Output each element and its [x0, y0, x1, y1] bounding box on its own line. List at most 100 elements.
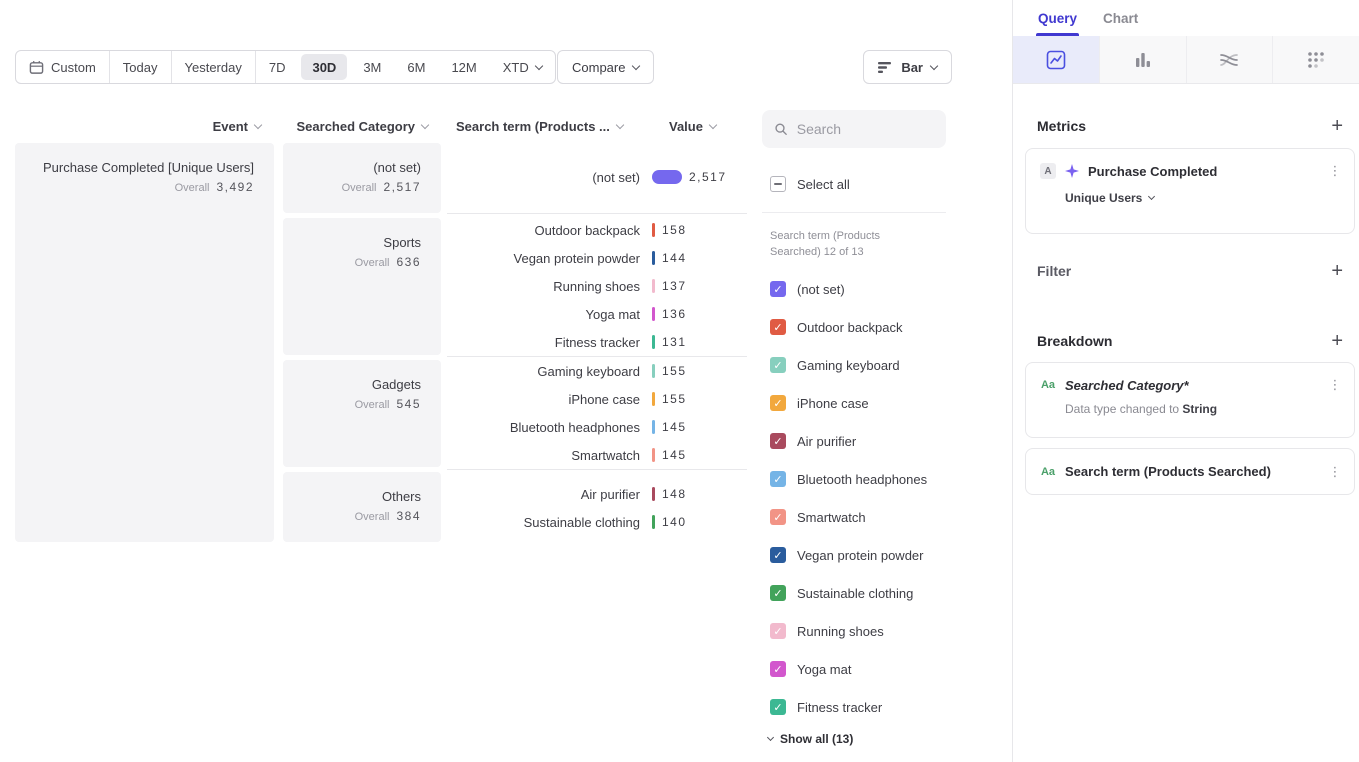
tab-query[interactable]: Query	[1038, 0, 1077, 36]
tab-flows[interactable]	[1187, 36, 1274, 83]
term-row[interactable]: Outdoor backpack158	[447, 216, 747, 244]
metric-kebab-menu[interactable]: ⋮	[1328, 163, 1342, 179]
filter-item[interactable]: ✓ Smartwatch	[770, 498, 927, 536]
select-all-checkbox-indeterminate[interactable]	[770, 176, 786, 192]
breakdown-card[interactable]: Aa Search term (Products Searched) ⋮	[1025, 448, 1355, 495]
checkbox-checked[interactable]: ✓	[770, 357, 786, 373]
term-row[interactable]: Smartwatch145	[447, 441, 747, 469]
checkbox-checked[interactable]: ✓	[770, 699, 786, 715]
date-range-button-6m[interactable]: 6M	[394, 51, 438, 83]
term-label: iPhone case	[447, 392, 640, 407]
filter-item[interactable]: ✓ (not set)	[770, 270, 927, 308]
select-all-row[interactable]: Select all	[770, 176, 850, 192]
checkbox-checked[interactable]: ✓	[770, 509, 786, 525]
add-metric-button[interactable]: +	[1331, 119, 1343, 133]
date-range-button-today[interactable]: Today	[110, 51, 172, 83]
column-header-event[interactable]: Event	[15, 116, 261, 136]
term-row[interactable]: Air purifier148	[447, 480, 747, 508]
checkbox-checked[interactable]: ✓	[770, 547, 786, 563]
term-row[interactable]: Bluetooth headphones145	[447, 413, 747, 441]
filter-item-label: Gaming keyboard	[797, 358, 900, 373]
select-all-label: Select all	[797, 177, 850, 192]
tab-funnels[interactable]	[1100, 36, 1187, 83]
checkbox-checked[interactable]: ✓	[770, 319, 786, 335]
checkbox-checked[interactable]: ✓	[770, 395, 786, 411]
column-header-value[interactable]: Value	[669, 116, 716, 136]
checkbox-checked[interactable]: ✓	[770, 661, 786, 677]
filter-item-label: Yoga mat	[797, 662, 851, 677]
filter-item[interactable]: ✓Running shoes	[770, 612, 927, 650]
breakdown-card[interactable]: Aa Searched Category* ⋮ Data type change…	[1025, 362, 1355, 438]
term-row[interactable]: Vegan protein powder144	[447, 244, 747, 272]
date-range-button-7d[interactable]: 7D	[256, 51, 299, 83]
term-row[interactable]: Running shoes137	[447, 272, 747, 300]
term-row[interactable]: Gaming keyboard155	[447, 357, 747, 385]
date-range-button-yesterday[interactable]: Yesterday	[172, 51, 256, 83]
data-type-note: Data type changed to String	[1065, 402, 1354, 416]
checkbox-checked[interactable]: ✓	[770, 433, 786, 449]
breakdown-kebab-menu[interactable]: ⋮	[1328, 464, 1342, 480]
compare-label: Compare	[572, 60, 625, 75]
date-range-button-30d[interactable]: 30D	[301, 54, 347, 80]
term-row[interactable]: Sustainable clothing140	[447, 508, 747, 536]
term-row[interactable]: Fitness tracker131	[447, 328, 747, 356]
measure-selector[interactable]: Unique Users	[1065, 191, 1154, 205]
filter-item[interactable]: ✓Sustainable clothing	[770, 574, 927, 612]
category-cell[interactable]: (not set)Overall2,517	[283, 143, 441, 213]
calendar-icon	[29, 60, 44, 75]
filter-item[interactable]: ✓Fitness tracker	[770, 688, 927, 726]
tab-retention[interactable]	[1273, 36, 1359, 83]
filter-item-label: Smartwatch	[797, 510, 866, 525]
date-range-button-custom[interactable]: Custom	[16, 51, 110, 83]
filter-item[interactable]: ✓Outdoor backpack	[770, 308, 927, 346]
filter-item-label: Air purifier	[797, 434, 856, 449]
breakdown-property-name: Search term (Products Searched)	[1065, 464, 1319, 479]
checkbox-checked[interactable]: ✓	[770, 623, 786, 639]
value-bar	[652, 448, 655, 462]
column-header-searched-category[interactable]: Searched Category	[283, 116, 428, 136]
checkbox-checked[interactable]: ✓	[770, 585, 786, 601]
term-row[interactable]: (not set)2,517	[447, 163, 747, 191]
column-header-search-term[interactable]: Search term (Products ...	[456, 116, 623, 136]
metric-card[interactable]: A Purchase Completed ⋮ Unique Users	[1025, 148, 1355, 234]
value-bar	[652, 251, 655, 265]
filter-item[interactable]: ✓ Yoga mat	[770, 650, 927, 688]
category-column: (not set)Overall2,517SportsOverall636Gad…	[283, 143, 441, 547]
category-cell[interactable]: SportsOverall636	[283, 218, 441, 355]
date-range-button-3m[interactable]: 3M	[350, 51, 394, 83]
tab-insights[interactable]	[1013, 36, 1100, 83]
term-row[interactable]: Yoga mat136	[447, 300, 747, 328]
filter-item[interactable]: ✓iPhone case	[770, 384, 927, 422]
series-search[interactable]	[762, 110, 946, 148]
filter-item[interactable]: ✓Vegan protein powder	[770, 536, 927, 574]
term-row[interactable]: iPhone case155	[447, 385, 747, 413]
value-bar	[652, 364, 655, 378]
add-breakdown-button[interactable]: +	[1331, 334, 1343, 348]
filter-section-title: Filter	[1037, 263, 1071, 279]
breakdown-kebab-menu[interactable]: ⋮	[1328, 377, 1342, 393]
date-range-button-xtd[interactable]: XTD	[490, 51, 555, 83]
insights-chart-icon	[1046, 50, 1066, 70]
filter-item-label: Bluetooth headphones	[797, 472, 927, 487]
value-number: 2,517	[689, 170, 727, 184]
checkbox-checked[interactable]: ✓	[770, 281, 786, 297]
compare-button[interactable]: Compare	[557, 50, 654, 84]
filter-item[interactable]: ✓ Bluetooth headphones	[770, 460, 927, 498]
show-all-button[interactable]: Show all (13)	[768, 732, 853, 746]
value-number: 136	[662, 307, 687, 321]
category-cell[interactable]: GadgetsOverall545	[283, 360, 441, 467]
category-cell[interactable]: OthersOverall384	[283, 472, 441, 542]
value-bar	[652, 515, 655, 529]
search-input[interactable]	[797, 121, 934, 137]
event-cell[interactable]: Purchase Completed [Unique Users] Overal…	[15, 143, 274, 542]
retention-dots-icon	[1306, 50, 1326, 70]
checkbox-checked[interactable]: ✓	[770, 471, 786, 487]
chevron-down-icon	[632, 61, 640, 69]
date-range-button-12m[interactable]: 12M	[438, 51, 489, 83]
funnel-bars-icon	[1133, 50, 1153, 70]
tab-chart[interactable]: Chart	[1103, 0, 1138, 36]
filter-item-label: (not set)	[797, 282, 845, 297]
filter-item[interactable]: ✓ Gaming keyboard	[770, 346, 927, 384]
filter-item[interactable]: ✓ Air purifier	[770, 422, 927, 460]
add-filter-button[interactable]: +	[1331, 264, 1343, 278]
